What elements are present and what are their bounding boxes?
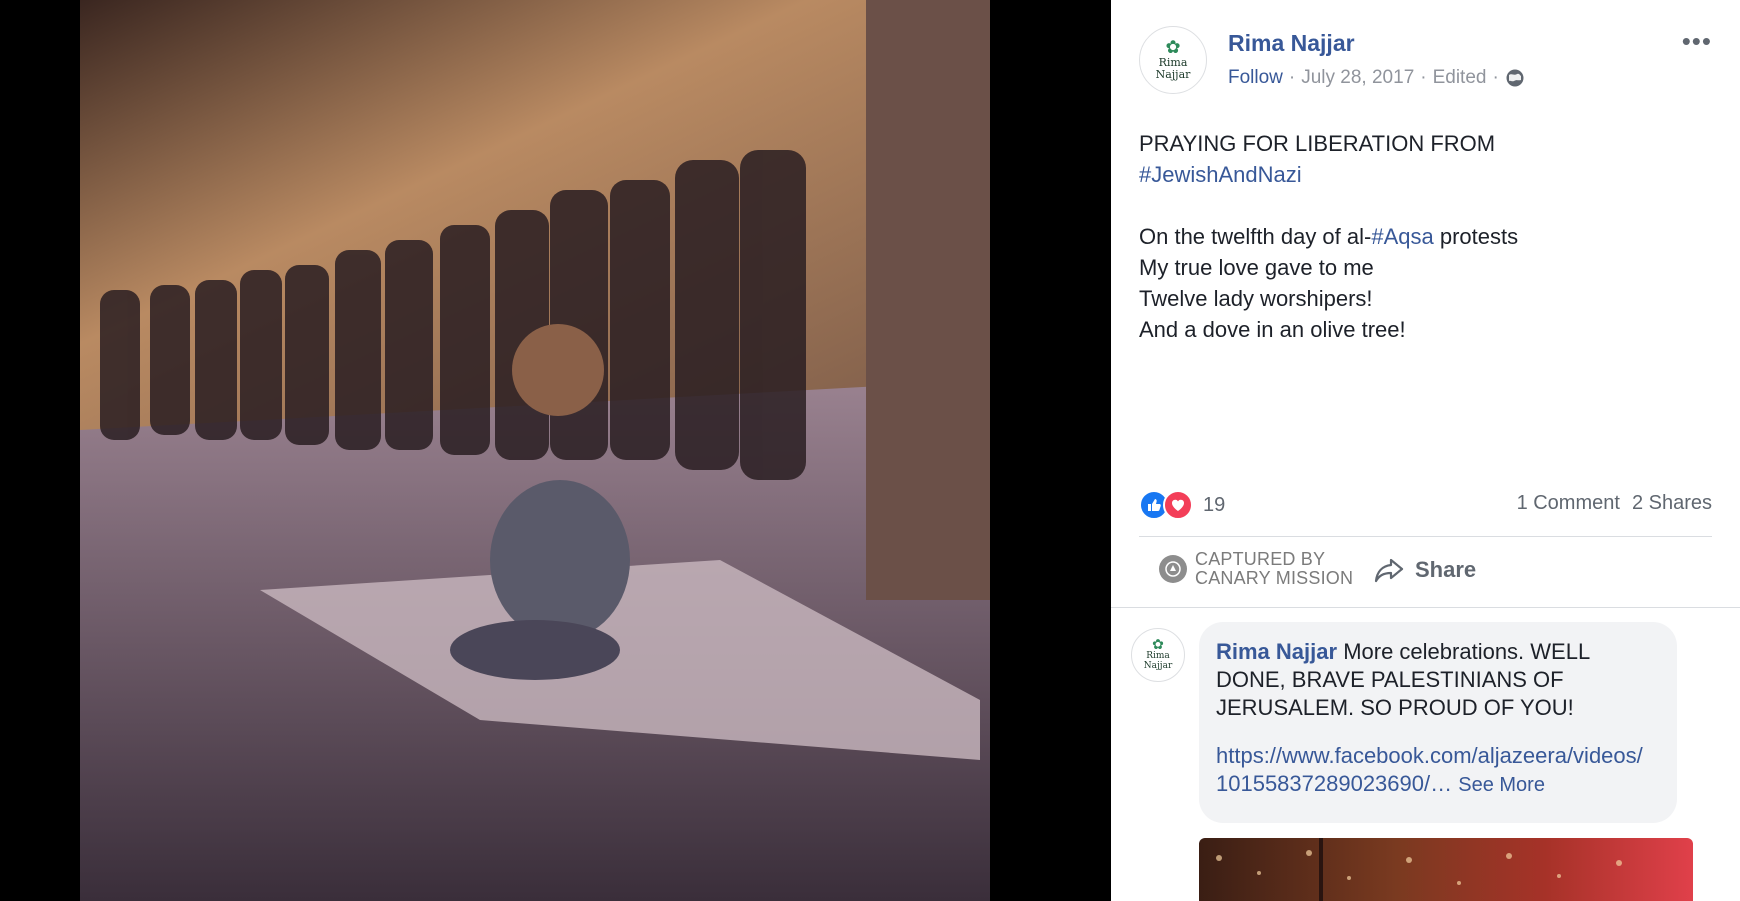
post-panel: ✿ Rima Najjar Rima Najjar Follow · July …	[1111, 0, 1740, 901]
post-line-4: Twelve lady worshipers!	[1139, 286, 1373, 311]
comment-link-line-2[interactable]: 10155837289023690/…	[1216, 771, 1452, 796]
avatar-caption: Rima Najjar	[1155, 55, 1191, 81]
canary-mission-icon	[1159, 555, 1187, 583]
globe-icon[interactable]	[1505, 68, 1525, 88]
avatar-logo-icon: ✿	[1165, 36, 1181, 58]
section-separator	[1111, 607, 1740, 608]
comment-link[interactable]: https://www.facebook.com/aljazeera/video…	[1216, 742, 1659, 799]
meta-separator: ·	[1492, 67, 1499, 88]
share-arrow-icon	[1374, 558, 1404, 583]
post-line-2a: On the twelfth day of al-	[1139, 224, 1372, 249]
hashtag-jewishandnazi[interactable]: #JewishAndNazi	[1139, 162, 1302, 187]
shares-count-link[interactable]: 2 Shares	[1632, 492, 1712, 515]
avatar-caption: Rima Najjar	[1143, 651, 1173, 671]
post-line-1: PRAYING FOR LIBERATION FROM	[1139, 131, 1496, 156]
post-line-5: And a dove in an olive tree!	[1139, 317, 1406, 342]
comment-bubble: Rima Najjar More celebrations. WELL DONE…	[1199, 622, 1677, 823]
engagement-counts: 1 Comment 2 Shares	[1517, 492, 1712, 515]
post-date[interactable]: July 28, 2017	[1301, 67, 1414, 89]
share-button[interactable]: Share	[1373, 556, 1476, 584]
post-line-3: My true love gave to me	[1139, 255, 1374, 280]
post-line-2b: protests	[1433, 224, 1519, 249]
love-reaction-icon	[1163, 490, 1193, 520]
meta-separator: ·	[1288, 67, 1296, 88]
divider	[1139, 536, 1712, 537]
photo-illustration	[80, 0, 990, 901]
more-options-button[interactable]: •••	[1682, 26, 1712, 57]
comment-author-name[interactable]: Rima Najjar	[1216, 639, 1337, 664]
post-photo[interactable]	[80, 0, 990, 901]
avatar-logo-icon: ✿	[1152, 637, 1164, 654]
author-name[interactable]: Rima Najjar	[1228, 30, 1355, 57]
comments-count-link[interactable]: 1 Comment	[1517, 492, 1620, 515]
captured-by-line-2: CANARY MISSION	[1195, 568, 1354, 588]
reactions-count: 19	[1203, 493, 1226, 516]
reactions-summary[interactable]: 19	[1139, 490, 1225, 520]
follow-link[interactable]: Follow	[1228, 67, 1283, 89]
meta-separator: ·	[1420, 67, 1427, 88]
post-meta: Follow · July 28, 2017 · Edited ·	[1228, 67, 1525, 89]
post-text: PRAYING FOR LIBERATION FROM #JewishAndNa…	[1139, 128, 1699, 345]
hashtag-aqsa[interactable]: #Aqsa	[1371, 224, 1433, 249]
captured-by-badge: CAPTURED BY CANARY MISSION	[1159, 550, 1353, 588]
edited-label[interactable]: Edited	[1433, 67, 1487, 89]
see-more-link[interactable]: See More	[1458, 774, 1545, 796]
comment-author-avatar[interactable]: ✿ Rima Najjar	[1131, 628, 1185, 682]
video-thumbnail-illustration	[1216, 838, 1622, 901]
comment-video-thumbnail[interactable]	[1199, 838, 1693, 901]
captured-by-line-1: CAPTURED BY	[1195, 549, 1326, 569]
comment-link-line-1[interactable]: https://www.facebook.com/aljazeera/video…	[1216, 743, 1643, 768]
share-label: Share	[1415, 557, 1477, 582]
author-avatar[interactable]: ✿ Rima Najjar	[1139, 26, 1207, 94]
photo-viewer	[0, 0, 1111, 901]
